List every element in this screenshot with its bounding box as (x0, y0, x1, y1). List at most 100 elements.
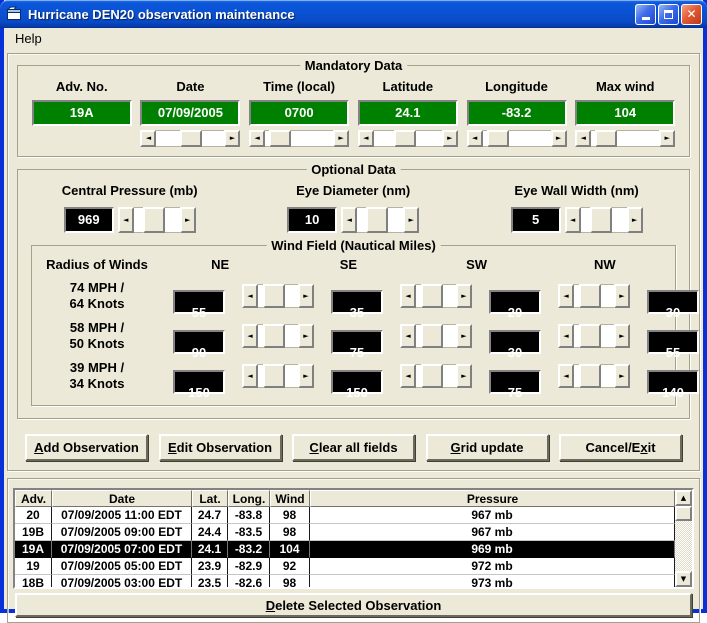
scroll-track[interactable] (574, 324, 614, 348)
eye-diameter-scrollbar[interactable]: ◄► (341, 207, 419, 233)
wind-radius-scrollbar[interactable]: ◄► (558, 284, 630, 308)
scroll-right-button[interactable]: ► (224, 130, 240, 147)
scroll-left-button[interactable]: ◄ (358, 130, 374, 147)
scroll-track[interactable] (483, 130, 551, 147)
scroll-thumb[interactable] (366, 207, 388, 233)
wind-radius-scrollbar[interactable]: ◄► (242, 324, 314, 348)
date-scrollbar[interactable]: ◄► (140, 130, 240, 147)
wind-radius-scrollbar[interactable]: ◄► (558, 324, 630, 348)
table-vertical-scrollbar[interactable]: ▲ ▼ (675, 490, 692, 587)
scroll-track[interactable] (265, 130, 333, 147)
scroll-down-button[interactable]: ▼ (675, 571, 692, 587)
eye-wall-width-scrollbar[interactable]: ◄► (565, 207, 643, 233)
scroll-up-button[interactable]: ▲ (675, 490, 692, 506)
scroll-left-button[interactable]: ◄ (249, 130, 265, 147)
scroll-track[interactable] (374, 130, 442, 147)
scroll-right-button[interactable]: ► (456, 324, 472, 348)
scroll-track[interactable] (675, 521, 692, 571)
clear-all-fields-button[interactable]: Clear all fields (292, 434, 415, 461)
scroll-thumb[interactable] (595, 130, 617, 147)
scroll-thumb[interactable] (590, 207, 612, 233)
scroll-thumb[interactable] (675, 506, 692, 521)
central-pressure-scrollbar[interactable]: ◄► (118, 207, 196, 233)
close-button[interactable]: ✕ (681, 4, 702, 25)
wind-radius-scrollbar[interactable]: ◄► (400, 284, 472, 308)
latitude-scrollbar[interactable]: ◄► (358, 130, 458, 147)
scroll-right-button[interactable]: ► (614, 324, 630, 348)
scroll-track[interactable] (591, 130, 659, 147)
scroll-thumb[interactable] (269, 130, 291, 147)
delete-selected-observation-button[interactable]: Delete Selected Observation (15, 593, 692, 617)
column-header-date[interactable]: Date (52, 490, 192, 507)
scroll-track[interactable] (156, 130, 224, 147)
scroll-thumb[interactable] (263, 284, 285, 308)
scroll-right-button[interactable]: ► (614, 364, 630, 388)
minimize-button[interactable] (635, 4, 656, 25)
longitude-scrollbar[interactable]: ◄► (467, 130, 567, 147)
scroll-left-button[interactable]: ◄ (242, 324, 258, 348)
scroll-right-button[interactable]: ► (298, 364, 314, 388)
scroll-left-button[interactable]: ◄ (558, 284, 574, 308)
scroll-track[interactable] (416, 364, 456, 388)
add-observation-button[interactable]: Add Observation (25, 434, 148, 461)
scroll-right-button[interactable]: ► (403, 207, 419, 233)
column-header-wind[interactable]: Wind (270, 490, 310, 507)
scroll-thumb[interactable] (143, 207, 165, 233)
menu-help[interactable]: Help (12, 30, 45, 47)
scroll-right-button[interactable]: ► (614, 284, 630, 308)
scroll-track[interactable] (258, 284, 298, 308)
column-header-long[interactable]: Long. (228, 490, 270, 507)
scroll-track[interactable] (357, 207, 403, 233)
scroll-left-button[interactable]: ◄ (242, 364, 258, 388)
scroll-right-button[interactable]: ► (333, 130, 349, 147)
scroll-left-button[interactable]: ◄ (558, 324, 574, 348)
scroll-thumb[interactable] (421, 324, 443, 348)
table-row[interactable]: 1907/09/2005 05:00 EDT23.9-82.992972 mb (15, 558, 675, 575)
wind-radius-scrollbar[interactable]: ◄► (242, 364, 314, 388)
cancel-exit-button[interactable]: Cancel/Exit (559, 434, 682, 461)
scroll-thumb[interactable] (394, 130, 416, 147)
scroll-left-button[interactable]: ◄ (118, 207, 134, 233)
wind-radius-scrollbar[interactable]: ◄► (558, 364, 630, 388)
scroll-left-button[interactable]: ◄ (400, 364, 416, 388)
table-row[interactable]: 2007/09/2005 11:00 EDT24.7-83.898967 mb (15, 507, 675, 524)
scroll-left-button[interactable]: ◄ (558, 364, 574, 388)
scroll-right-button[interactable]: ► (442, 130, 458, 147)
scroll-left-button[interactable]: ◄ (565, 207, 581, 233)
scroll-thumb[interactable] (579, 324, 601, 348)
scroll-right-button[interactable]: ► (298, 324, 314, 348)
scroll-track[interactable] (574, 284, 614, 308)
time-scrollbar[interactable]: ◄► (249, 130, 349, 147)
column-header-pressure[interactable]: Pressure (310, 490, 675, 507)
scroll-left-button[interactable]: ◄ (400, 324, 416, 348)
scroll-thumb[interactable] (579, 284, 601, 308)
scroll-right-button[interactable]: ► (456, 364, 472, 388)
scroll-left-button[interactable]: ◄ (242, 284, 258, 308)
scroll-thumb[interactable] (421, 284, 443, 308)
edit-observation-button[interactable]: Edit Observation (159, 434, 282, 461)
scroll-right-button[interactable]: ► (627, 207, 643, 233)
scroll-right-button[interactable]: ► (298, 284, 314, 308)
table-row[interactable]: 19A07/09/2005 07:00 EDT24.1-83.2104969 m… (15, 541, 675, 558)
wind-radius-scrollbar[interactable]: ◄► (242, 284, 314, 308)
scroll-track[interactable] (574, 364, 614, 388)
column-header-adv[interactable]: Adv. (15, 490, 52, 507)
maximize-button[interactable] (658, 4, 679, 25)
column-header-lat[interactable]: Lat. (192, 490, 228, 507)
scroll-right-button[interactable]: ► (456, 284, 472, 308)
scroll-left-button[interactable]: ◄ (140, 130, 156, 147)
grid-update-button[interactable]: Grid update (426, 434, 549, 461)
scroll-thumb[interactable] (180, 130, 202, 147)
table-row[interactable]: 18B07/09/2005 03:00 EDT23.5-82.698973 mb (15, 575, 675, 587)
wind-radius-scrollbar[interactable]: ◄► (400, 364, 472, 388)
table-row[interactable]: 19B07/09/2005 09:00 EDT24.4-83.598967 mb (15, 524, 675, 541)
scroll-track[interactable] (581, 207, 627, 233)
scroll-track[interactable] (416, 284, 456, 308)
scroll-track[interactable] (258, 364, 298, 388)
scroll-track[interactable] (258, 324, 298, 348)
scroll-left-button[interactable]: ◄ (467, 130, 483, 147)
scroll-left-button[interactable]: ◄ (400, 284, 416, 308)
scroll-thumb[interactable] (263, 364, 285, 388)
scroll-track[interactable] (134, 207, 180, 233)
scroll-right-button[interactable]: ► (659, 130, 675, 147)
